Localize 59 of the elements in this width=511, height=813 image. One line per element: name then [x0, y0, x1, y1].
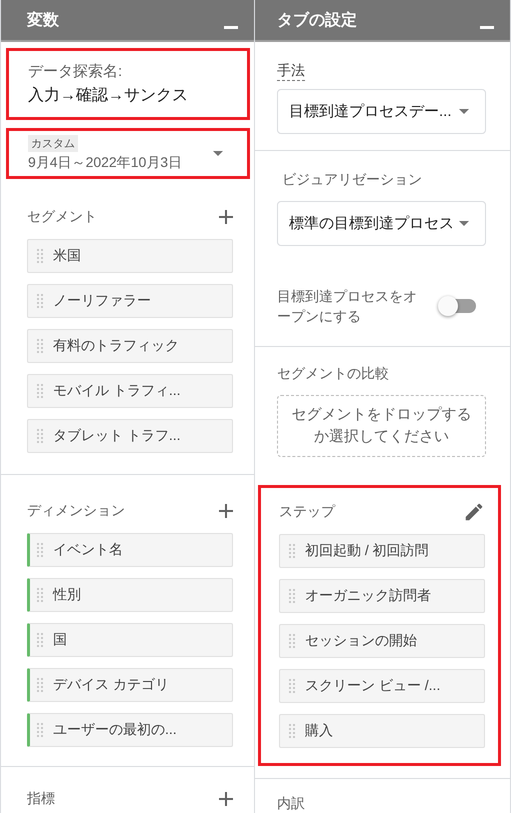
- section-title: 指標: [27, 790, 55, 808]
- drag-handle-icon: [37, 633, 43, 647]
- toggle-switch[interactable]: [440, 299, 476, 313]
- step-chip[interactable]: オーガニック訪問者: [279, 579, 485, 613]
- segment-drop-zone[interactable]: セグメントをドロップするか選択してください: [277, 395, 486, 457]
- drag-handle-icon: [289, 679, 295, 693]
- drag-handle-icon: [37, 543, 43, 557]
- add-icon[interactable]: [219, 210, 233, 224]
- drag-handle-icon: [37, 339, 43, 353]
- technique-dropdown[interactable]: 目標到達プロセスデー...: [277, 89, 486, 134]
- segment-chip[interactable]: タブレット トラフ...: [27, 419, 233, 453]
- date-range: 9月4日～2022年10月3日: [28, 154, 182, 172]
- section-title: セグメントの比較: [277, 365, 389, 383]
- drag-handle-icon: [289, 634, 295, 648]
- drag-handle-icon: [37, 723, 43, 737]
- minimize-icon[interactable]: [224, 26, 238, 28]
- visualization-dropdown[interactable]: 標準の目標到達プロセス: [277, 201, 486, 246]
- panel-title: タブの設定: [277, 10, 357, 30]
- section-title: ディメンション: [27, 502, 125, 520]
- drag-handle-icon: [289, 589, 295, 603]
- section-title: ステップ: [279, 503, 335, 521]
- segment-chip[interactable]: 米国: [27, 239, 233, 273]
- field-label: 手法: [277, 62, 305, 81]
- drag-handle-icon: [37, 294, 43, 308]
- minimize-icon[interactable]: [480, 26, 494, 28]
- step-chip[interactable]: スクリーン ビュー /...: [279, 669, 485, 703]
- dimension-chip[interactable]: ユーザーの最初の...: [27, 713, 233, 747]
- date-range-box[interactable]: カスタム 9月4日～2022年10月3日: [6, 128, 250, 179]
- segment-chip[interactable]: 有料のトラフィック: [27, 329, 233, 363]
- section-title: 内訳: [277, 795, 305, 813]
- caret-icon: [213, 151, 223, 156]
- field-label: ビジュアリゼーション: [282, 171, 422, 189]
- drag-handle-icon: [37, 429, 43, 443]
- dimension-chip[interactable]: 国: [27, 623, 233, 657]
- drag-handle-icon: [37, 588, 43, 602]
- drag-handle-icon: [37, 384, 43, 398]
- exploration-name[interactable]: 入力→確認→サンクス: [28, 85, 228, 106]
- toggle-label: 目標到達プロセスをオープンにする: [277, 287, 417, 326]
- field-label: データ探索名:: [28, 62, 124, 81]
- add-icon[interactable]: [219, 504, 233, 518]
- segment-chip[interactable]: ノーリファラー: [27, 284, 233, 318]
- step-chip[interactable]: セッションの開始: [279, 624, 485, 658]
- pencil-icon[interactable]: [463, 501, 485, 523]
- custom-badge: カスタム: [28, 135, 78, 152]
- drag-handle-icon: [289, 724, 295, 738]
- drag-handle-icon: [37, 678, 43, 692]
- caret-icon: [459, 221, 469, 226]
- drag-handle-icon: [37, 249, 43, 263]
- caret-icon: [459, 109, 469, 114]
- dimension-chip[interactable]: 性別: [27, 578, 233, 612]
- add-icon[interactable]: [219, 792, 233, 806]
- segment-chip[interactable]: モバイル トラフィ...: [27, 374, 233, 408]
- panel-title: 変数: [27, 10, 59, 30]
- dimension-chip[interactable]: デバイス カテゴリ: [27, 668, 233, 702]
- step-chip[interactable]: 購入: [279, 714, 485, 748]
- dimension-chip[interactable]: イベント名: [27, 533, 233, 567]
- section-title: セグメント: [27, 208, 97, 226]
- drag-handle-icon: [289, 544, 295, 558]
- step-chip[interactable]: 初回起動 / 初回訪問: [279, 534, 485, 568]
